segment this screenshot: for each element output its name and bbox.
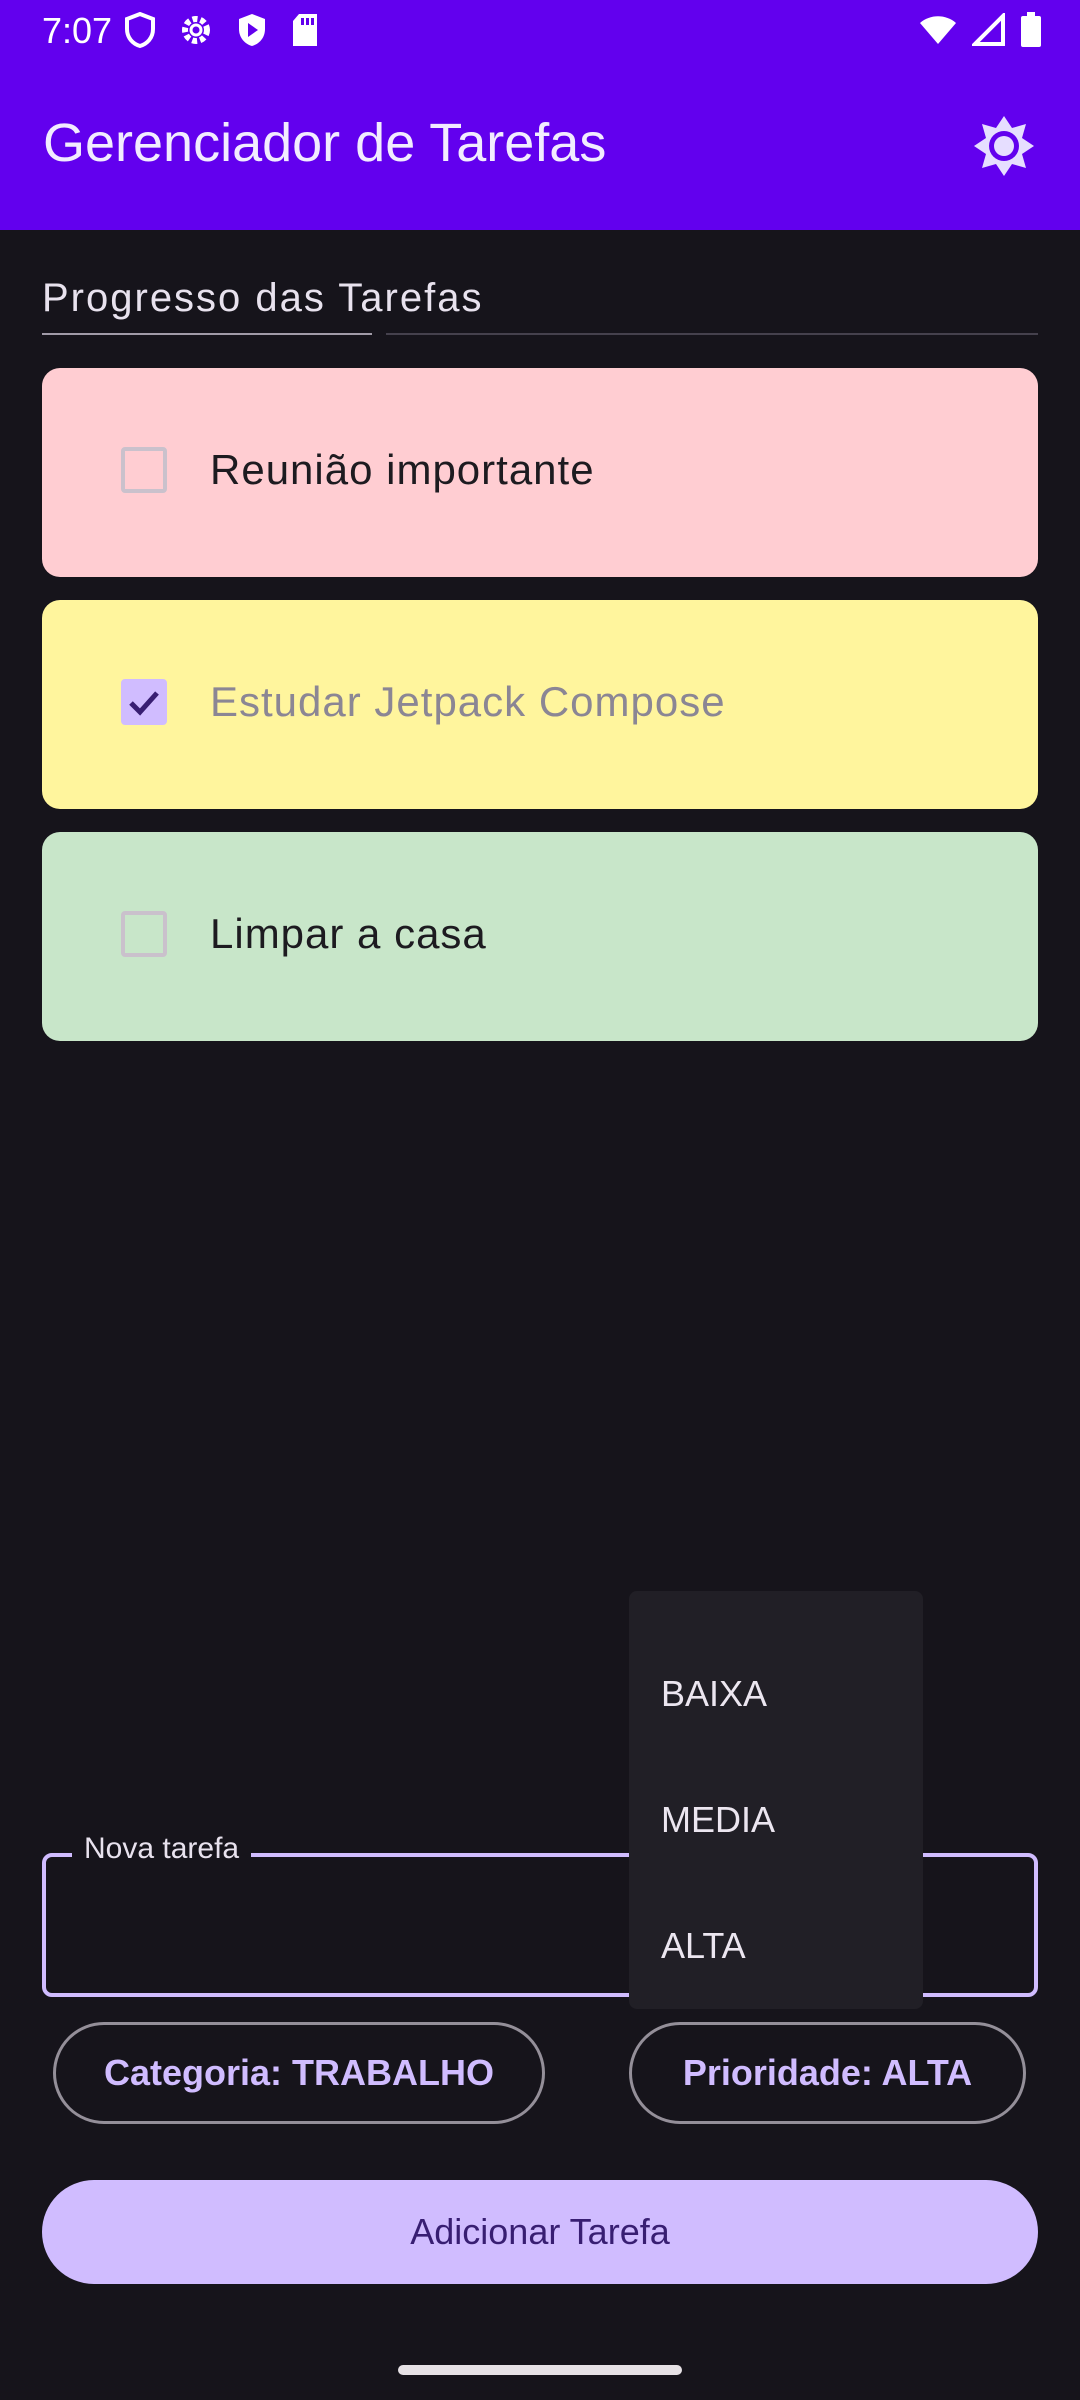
priority-option-media[interactable]: MEDIA bbox=[661, 1799, 775, 1841]
task-checkbox[interactable] bbox=[121, 911, 167, 957]
new-task-label: Nova tarefa bbox=[72, 1832, 252, 1866]
status-icons-left bbox=[124, 12, 320, 48]
status-bar: 7:07 bbox=[0, 0, 1080, 62]
task-label: Limpar a casa bbox=[210, 910, 487, 957]
progress-title: Progresso das Tarefas bbox=[42, 276, 484, 320]
app-title: Gerenciador de Tarefas bbox=[43, 113, 607, 173]
add-task-button[interactable]: Adicionar Tarefa bbox=[42, 2180, 1038, 2284]
gear-icon bbox=[182, 16, 210, 44]
task-card[interactable]: Reunião importante bbox=[42, 368, 1038, 577]
task-label: Estudar Jetpack Compose bbox=[210, 678, 726, 725]
category-button[interactable]: Categoria: TRABALHO bbox=[53, 2022, 545, 2124]
progress-track bbox=[386, 333, 1038, 335]
wifi-icon bbox=[920, 16, 956, 44]
signal-icon bbox=[972, 13, 1005, 46]
progress-indicator bbox=[42, 333, 372, 335]
task-checkbox[interactable] bbox=[121, 447, 167, 493]
task-checkbox[interactable] bbox=[121, 679, 167, 725]
priority-option-alta[interactable]: ALTA bbox=[661, 1925, 746, 1967]
sd-card-icon bbox=[293, 14, 317, 46]
priority-button[interactable]: Prioridade: ALTA bbox=[629, 2022, 1026, 2124]
battery-icon bbox=[1021, 12, 1041, 47]
check-icon bbox=[129, 691, 159, 716]
top-app-bar: Gerenciador de Tarefas bbox=[0, 62, 1080, 230]
priority-option-baixa[interactable]: BAIXA bbox=[661, 1673, 767, 1715]
brightness-icon[interactable] bbox=[972, 114, 1036, 178]
play-protect-icon bbox=[239, 14, 265, 46]
shield-icon bbox=[125, 12, 155, 48]
priority-dropdown-menu: BAIXA MEDIA ALTA bbox=[629, 1591, 923, 2009]
task-card[interactable]: Limpar a casa bbox=[42, 832, 1038, 1041]
gesture-nav-handle[interactable] bbox=[398, 2365, 682, 2375]
status-icons-right bbox=[918, 12, 1042, 48]
task-label: Reunião importante bbox=[210, 446, 595, 493]
status-time: 7:07 bbox=[42, 10, 113, 51]
task-card[interactable]: Estudar Jetpack Compose bbox=[42, 600, 1038, 809]
